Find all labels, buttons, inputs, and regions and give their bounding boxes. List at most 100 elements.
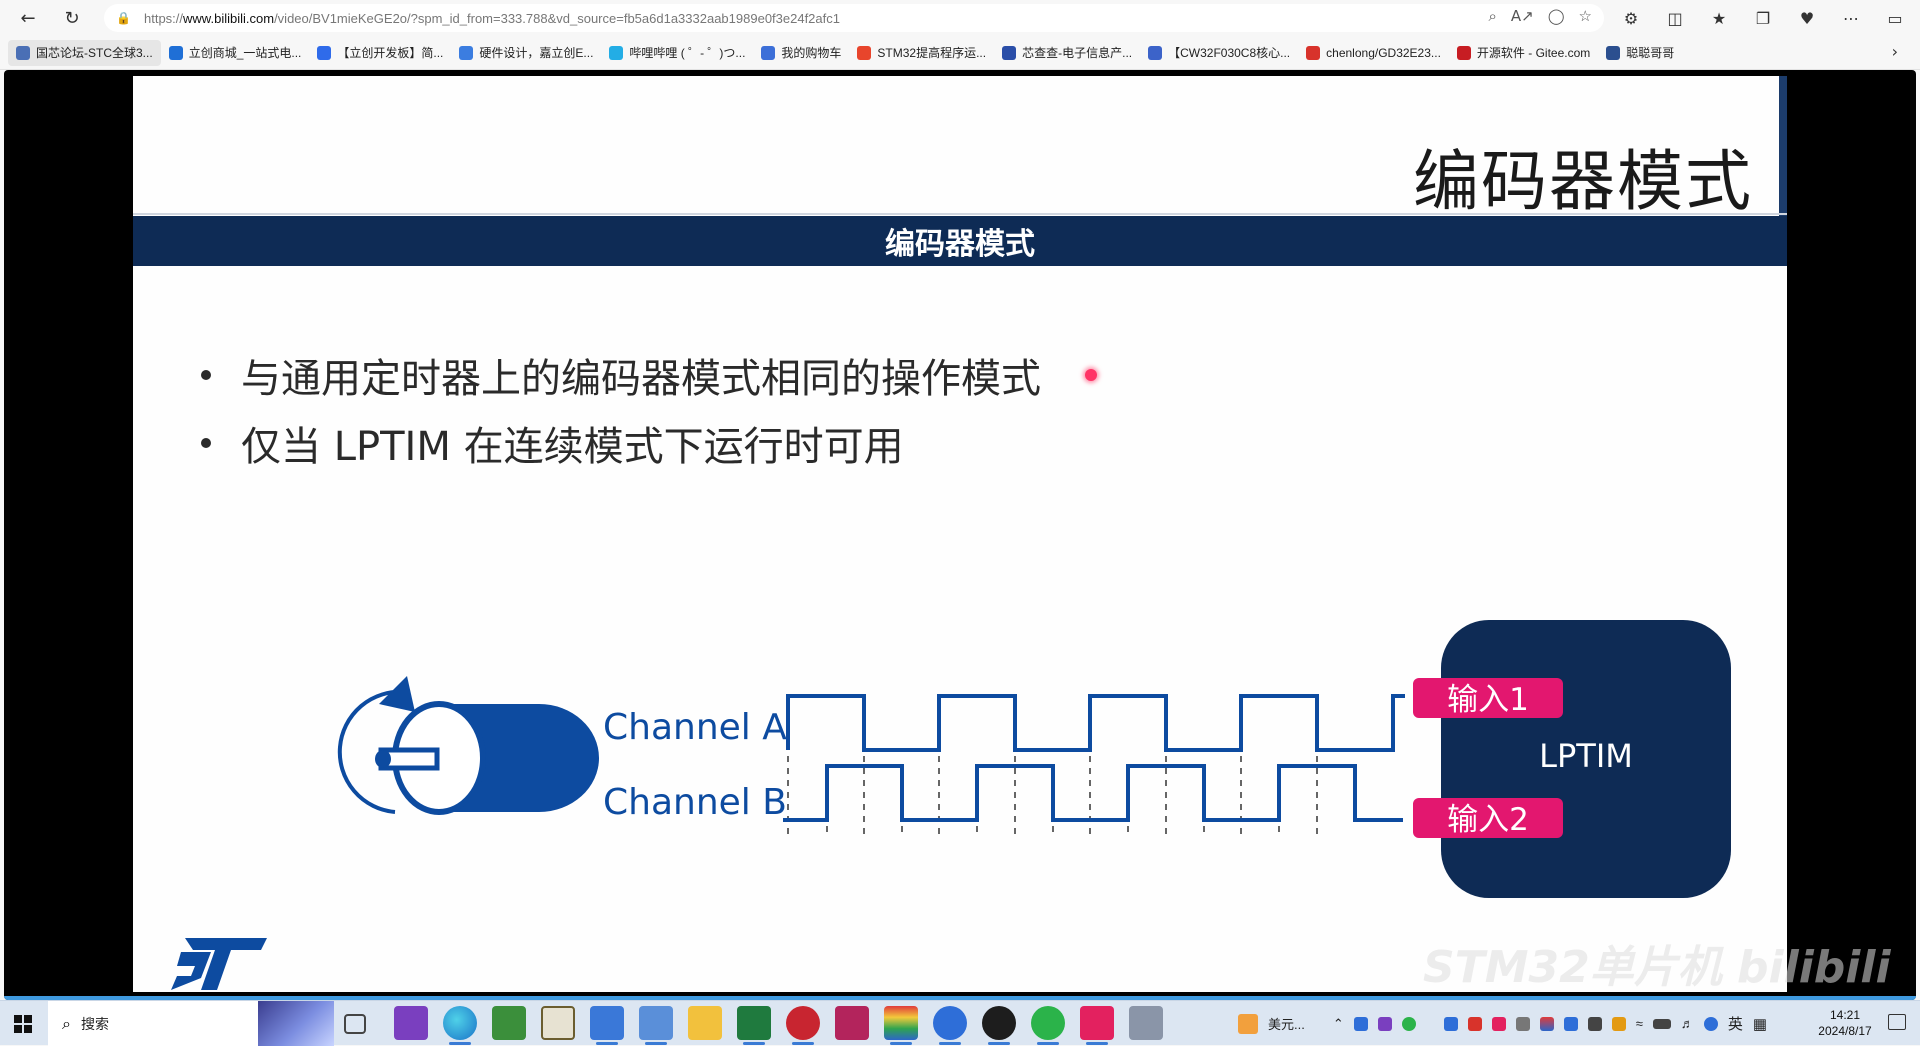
bookmark-favicon-icon bbox=[168, 45, 183, 60]
taskbar: ⌕ 搜索 美元... ⌃ ≈ ♬ 英 ▦ 14:21 2024/8/17 bbox=[0, 1000, 1920, 1046]
qq-icon[interactable] bbox=[982, 1006, 1016, 1045]
rotary-encoder-icon bbox=[337, 676, 599, 815]
input2-label: 输入2 bbox=[1447, 802, 1529, 838]
file-explorer-icon[interactable] bbox=[688, 1006, 722, 1040]
st-logo-icon bbox=[171, 938, 267, 990]
collections-icon[interactable]: ❐ bbox=[1746, 9, 1780, 28]
tray-app-icon[interactable] bbox=[1377, 1016, 1392, 1031]
taskbar-app-icon[interactable] bbox=[786, 1006, 820, 1045]
read-aloud-icon[interactable]: A↗ bbox=[1511, 7, 1534, 25]
bookmark-item[interactable]: 开源软件 - Gitee.com bbox=[1449, 40, 1598, 66]
notification-icon[interactable] bbox=[1888, 1014, 1906, 1030]
bookmark-favicon-icon bbox=[1606, 45, 1621, 60]
windows-start-icon[interactable] bbox=[0, 1001, 46, 1046]
channel-a-label: Channel A bbox=[603, 707, 787, 748]
favorites-icon[interactable]: ★ bbox=[1702, 9, 1736, 28]
tray-app-icon[interactable] bbox=[1703, 1016, 1718, 1031]
clock-date: 2024/8/17 bbox=[1818, 1024, 1872, 1038]
zoom-icon[interactable]: ⌕ bbox=[1489, 7, 1497, 25]
encoder-diagram: Channel A Channel B LPTIM 输入1 输入2 bbox=[337, 620, 1731, 898]
bookmark-item[interactable]: 国芯论坛-STC全球3... bbox=[8, 39, 161, 66]
bookmark-favicon-icon bbox=[1306, 45, 1321, 60]
currency-widget[interactable]: 美元... bbox=[1268, 1014, 1305, 1033]
tray-app-icon[interactable] bbox=[1539, 1016, 1554, 1031]
channel-b-label: Channel B bbox=[603, 782, 787, 823]
taskbar-app-icon[interactable] bbox=[884, 1006, 918, 1045]
taskbar-app-icon[interactable] bbox=[933, 1006, 967, 1045]
clock[interactable]: 14:21 2024/8/17 bbox=[1800, 1007, 1890, 1039]
channel-b-waveform bbox=[783, 764, 1403, 822]
taskbar-app-icon[interactable] bbox=[394, 1006, 428, 1040]
bookmark-item[interactable]: 【立创开发板】简... bbox=[309, 40, 451, 66]
bookmark-item[interactable]: STM32提高程序运... bbox=[849, 40, 994, 66]
bookmarks-bar: 国芯论坛-STC全球3... 立创商城_一站式电... 【立创开发板】简... … bbox=[0, 36, 1920, 70]
system-tray: 美元... ⌃ ≈ ♬ 英 ▦ bbox=[1238, 1001, 1767, 1046]
lock-icon[interactable]: 🔒 bbox=[116, 11, 136, 25]
browser-essentials-icon[interactable]: ♥ bbox=[1790, 9, 1824, 28]
tray-app-icon[interactable] bbox=[1467, 1016, 1482, 1031]
bookmark-item[interactable]: 聪聪哥哥 bbox=[1598, 40, 1682, 66]
ime-indicator[interactable]: 英 bbox=[1728, 1013, 1743, 1034]
bookmark-favicon-icon bbox=[459, 45, 474, 60]
tray-app-icon[interactable] bbox=[1563, 1016, 1578, 1031]
wifi-icon[interactable]: ≈ bbox=[1636, 1016, 1643, 1031]
bookmark-favicon-icon bbox=[761, 45, 776, 60]
bookmark-favicon-icon bbox=[16, 45, 30, 60]
task-view-icon[interactable] bbox=[344, 1014, 366, 1034]
taskbar-app-icon[interactable] bbox=[737, 1006, 771, 1045]
bookmark-item[interactable]: 我的购物车 bbox=[753, 40, 849, 66]
bookmark-favicon-icon bbox=[857, 45, 872, 60]
more-menu-icon[interactable]: ⋯ bbox=[1834, 9, 1868, 28]
back-icon[interactable]: ← bbox=[10, 0, 46, 36]
lptim-label: LPTIM bbox=[1539, 737, 1633, 775]
tray-app-icon[interactable] bbox=[1587, 1016, 1602, 1031]
url-text[interactable]: https://www.bilibili.com/video/BV1mieKeG… bbox=[144, 11, 840, 26]
address-bar[interactable]: 🔒 https://www.bilibili.com/video/BV1mieK… bbox=[104, 4, 1604, 32]
video-player[interactable]: 编码器模式 编码器模式 与通用定时器上的编码器模式相同的操作模式 仅当 LPTI… bbox=[4, 70, 1916, 1000]
browser-toolbar: ← ↻ 🔒 https://www.bilibili.com/video/BV1… bbox=[0, 0, 1920, 36]
bluetooth-icon[interactable] bbox=[1443, 1016, 1458, 1031]
input1-label: 输入1 bbox=[1447, 682, 1529, 718]
bookmark-item[interactable]: 【CW32F030C8核心... bbox=[1140, 40, 1298, 66]
usb-icon[interactable] bbox=[1515, 1016, 1530, 1031]
bookmark-item[interactable]: chenlong/GD32E23... bbox=[1298, 40, 1449, 66]
tray-app-icon[interactable] bbox=[1353, 1016, 1368, 1031]
search-highlight-image bbox=[258, 1001, 334, 1046]
slide: 编码器模式 编码器模式 与通用定时器上的编码器模式相同的操作模式 仅当 LPTI… bbox=[133, 76, 1891, 993]
taskbar-app-icon[interactable] bbox=[1080, 1006, 1114, 1045]
tray-app-icon[interactable] bbox=[1491, 1016, 1506, 1031]
refresh-icon[interactable]: ↻ bbox=[54, 0, 90, 36]
channel-a-waveform bbox=[786, 694, 1405, 752]
extensions-icon[interactable]: ⚙ bbox=[1614, 9, 1648, 28]
chevron-up-icon[interactable]: ⌃ bbox=[1333, 1016, 1344, 1032]
taskbar-app-icon[interactable] bbox=[835, 1006, 869, 1040]
wechat-tray-icon[interactable] bbox=[1401, 1016, 1416, 1031]
chevron-right-icon[interactable]: › bbox=[1892, 42, 1898, 61]
sidebar-toggle-icon[interactable]: ▭ bbox=[1878, 9, 1912, 28]
favorite-star-icon[interactable]: ☆ bbox=[1579, 7, 1592, 25]
edge-browser-icon[interactable] bbox=[443, 1006, 477, 1045]
taskbar-search[interactable]: ⌕ 搜索 bbox=[48, 1001, 334, 1046]
bookmark-item[interactable]: 立创商城_一站式电... bbox=[161, 40, 310, 66]
bookmark-item[interactable]: 芯查查-电子信息产... bbox=[994, 40, 1140, 66]
taskbar-app-icon[interactable] bbox=[639, 1006, 673, 1045]
app-available-icon[interactable]: ◯ bbox=[1548, 7, 1565, 25]
bookmark-favicon-icon bbox=[317, 45, 332, 60]
taskbar-app-icon[interactable] bbox=[590, 1006, 624, 1045]
calculator-icon[interactable] bbox=[1129, 1006, 1163, 1040]
wechat-icon[interactable] bbox=[1031, 1006, 1065, 1045]
bookmark-item[interactable]: 硬件设计，嘉立创E... bbox=[451, 40, 601, 66]
bookmark-item[interactable]: 哔哩哔哩 ( ゜- ゜)つ... bbox=[601, 40, 753, 66]
taskbar-app-icon[interactable] bbox=[492, 1006, 526, 1040]
bookmark-favicon-icon bbox=[1456, 45, 1471, 60]
ime-mode-icon[interactable]: ▦ bbox=[1753, 1015, 1767, 1033]
weather-icon[interactable] bbox=[1238, 1013, 1258, 1034]
tray-app-icon[interactable] bbox=[1611, 1016, 1626, 1031]
video-watermark: STM32单片机 bilibili bbox=[1423, 942, 1891, 993]
bookmark-favicon-icon bbox=[609, 45, 624, 60]
split-screen-icon[interactable]: ◫ bbox=[1658, 9, 1692, 28]
battery-icon[interactable] bbox=[1652, 1018, 1671, 1029]
bookmark-favicon-icon bbox=[1002, 45, 1017, 60]
taskbar-app-icon[interactable] bbox=[541, 1006, 575, 1040]
volume-icon[interactable]: ♬ bbox=[1681, 1016, 1694, 1031]
